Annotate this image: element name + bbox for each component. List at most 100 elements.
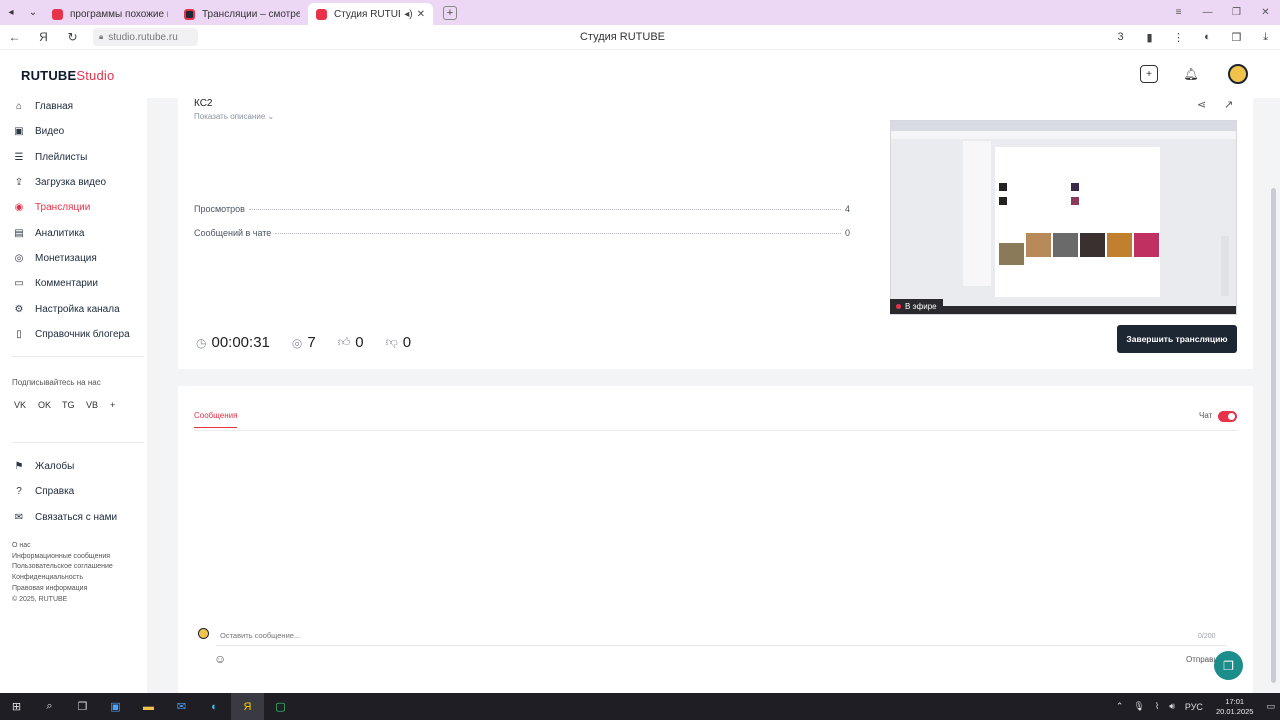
clock-date: 20.01.2025	[1215, 706, 1254, 716]
message-input[interactable]	[216, 626, 1226, 646]
task-view-icon[interactable]: ❐	[66, 693, 99, 720]
yandex-icon[interactable]: Я	[29, 30, 58, 44]
edge-icon[interactable]: ◐	[198, 693, 231, 720]
dotted-leader	[275, 233, 841, 234]
yandex-browser-icon[interactable]: Я	[231, 693, 264, 720]
browser-tab-active[interactable]: Студия RUTUBE ◂) ✕	[308, 3, 433, 25]
sidebar-item-playlists[interactable]: ☰ Плейлисты	[13, 149, 88, 165]
sidebar-item-upload[interactable]: ⇪ Загрузка видео	[13, 174, 106, 190]
chat-divider	[194, 430, 1238, 431]
menu-icon[interactable]: ≡	[1164, 7, 1193, 18]
tabs-dropdown-icon[interactable]: ⌄	[22, 0, 44, 25]
back-icon[interactable]: ←	[0, 30, 29, 44]
support-chat-icon[interactable]: ❐	[1214, 651, 1243, 680]
footer-link-legal[interactable]: Правовая информация	[12, 584, 113, 595]
more-socials-icon[interactable]: +	[110, 400, 134, 410]
tray-chevron-icon[interactable]: ⌃	[1116, 701, 1124, 712]
address-bar: ← Я ↻ 🔒︎ studio.rutube.ru Студия RUTUBE …	[0, 25, 1280, 50]
tab-close-icon[interactable]: ✕	[417, 9, 425, 20]
scrollbar[interactable]	[1270, 98, 1277, 693]
sidebar-item-home[interactable]: ⌂ Главная	[13, 98, 73, 114]
sidebar-item-complaints[interactable]: ⚑ Жалобы	[13, 458, 75, 474]
dislikes-metric: 👎︎ 0	[386, 334, 412, 351]
tab-messages[interactable]: Сообщения	[194, 411, 238, 428]
microphone-icon[interactable]: 🎙︎	[1133, 701, 1144, 712]
sidebar-item-contact[interactable]: ✉ Связаться с нами	[13, 509, 117, 525]
minimize-icon[interactable]: —	[1193, 7, 1222, 18]
download-icon[interactable]: ⤓	[1251, 31, 1280, 44]
footer-link-info[interactable]: Информационные сообщения	[12, 552, 113, 563]
alice-icon[interactable]: ◐	[1193, 31, 1222, 43]
bookmark-icon[interactable]: ▮	[1135, 31, 1164, 44]
sidebar-item-monetization[interactable]: ◎ Монетизация	[13, 250, 97, 266]
reload-icon[interactable]: ↻	[58, 30, 87, 44]
protect-icon[interactable]: 3	[1106, 31, 1135, 43]
telegram-icon[interactable]: TG	[62, 400, 86, 410]
share-icon[interactable]: ⋖	[1197, 98, 1206, 111]
rutube-studio-logo[interactable]: RUTUBEStudio	[21, 68, 114, 83]
windows-start-icon[interactable]: ⊞	[0, 693, 33, 720]
volume-icon[interactable]: 🔊︎	[1169, 701, 1175, 712]
bell-icon[interactable]: 🔔︎	[1182, 65, 1200, 83]
browser-tab[interactable]: Трансляции – смотреть б	[176, 3, 308, 25]
add-content-icon[interactable]: +	[1140, 65, 1158, 83]
clock-icon: ◷	[196, 335, 207, 350]
end-stream-button[interactable]: Завершить трансляцию	[1117, 325, 1237, 353]
sidebar-item-label: Плейлисты	[35, 151, 88, 163]
sidebar-item-label: Аналитика	[35, 227, 85, 239]
sidebar-item-label: Видео	[35, 125, 65, 137]
chat-toggle[interactable]	[1218, 411, 1237, 422]
more-icon[interactable]: ⋮	[1164, 31, 1193, 44]
sidebar-item-broadcasts[interactable]: ◉ Трансляции	[13, 199, 91, 215]
show-description-link[interactable]: Показать описание ⌄	[194, 112, 274, 121]
url-field[interactable]: 🔒︎ studio.rutube.ru	[93, 28, 198, 46]
new-tab-button[interactable]: +	[443, 5, 457, 20]
sidebar-item-label: Трансляции	[35, 201, 91, 213]
scrollbar-thumb[interactable]	[1271, 188, 1276, 683]
explorer-icon[interactable]: ▬	[132, 693, 165, 720]
search-icon[interactable]: ⌕	[33, 693, 66, 720]
restore-icon[interactable]: ❐	[1222, 7, 1251, 18]
follow-label: Подписывайтесь на нас	[12, 378, 101, 387]
mail-icon[interactable]: ✉	[165, 693, 198, 720]
emoji-icon[interactable]: ☺	[214, 652, 226, 666]
upload-icon: ⇪	[14, 176, 24, 188]
footer-link-terms[interactable]: Пользовательское соглашение	[12, 562, 113, 573]
ok-icon[interactable]: OK	[38, 400, 62, 410]
notifications-icon[interactable]: ▭	[1266, 701, 1275, 712]
browser-tab[interactable]: программы похожие на о	[44, 3, 176, 25]
preview-screenshot	[891, 121, 1236, 314]
app-icon[interactable]: ▢	[264, 693, 297, 720]
tab-sound-icon[interactable]: ◂)	[404, 9, 412, 20]
clock[interactable]: 17:01 20.01.2025	[1216, 697, 1254, 717]
language-indicator[interactable]: РУС	[1185, 702, 1203, 712]
footer-link-privacy[interactable]: Конфиденциальность	[12, 573, 113, 584]
footer-link-about[interactable]: О нас	[12, 541, 113, 552]
sidebar-item-analytics[interactable]: ▤ Аналитика	[13, 225, 85, 241]
home-icon: ⌂	[15, 100, 23, 112]
address-bar-actions: 3 ▮ ⋮ ◐ ❒ ⤓	[1106, 31, 1280, 44]
sidebar-item-help[interactable]: ? Справка	[13, 483, 74, 499]
browser-page-title: Студия RUTUBE	[579, 31, 666, 43]
sidebar-item-video[interactable]: ▣ Видео	[13, 123, 64, 139]
sidebar-item-label: Справочник блогера	[35, 328, 130, 340]
network-icon[interactable]: ⌇	[1155, 701, 1159, 712]
sidebar-item-blogger-guide[interactable]: ▯ Справочник блогера	[13, 326, 130, 342]
viewers-metric: ◎ 7	[292, 334, 316, 351]
close-window-icon[interactable]: ✕	[1251, 7, 1280, 18]
rutube-favicon-icon	[184, 8, 195, 20]
vk-icon[interactable]: VK	[14, 400, 38, 410]
sidebar-item-channel-settings[interactable]: ⚙ Настройка канала	[13, 301, 120, 317]
broadcast-icon: ◉	[14, 201, 24, 213]
avatar[interactable]	[1228, 64, 1248, 84]
store-icon[interactable]: ▣	[99, 693, 132, 720]
tab-audio-icon[interactable]: ◂	[0, 0, 22, 25]
viber-icon[interactable]: VB	[86, 400, 110, 410]
external-link-icon[interactable]: ↗	[1224, 98, 1233, 111]
badge-count: 3	[1117, 31, 1124, 43]
sidebar-item-label: Загрузка видео	[35, 176, 107, 188]
clock-time: 17:01	[1225, 696, 1245, 706]
sidebar-item-comments[interactable]: ▭ Комментарии	[13, 275, 98, 291]
collections-icon[interactable]: ❒	[1222, 31, 1251, 44]
stream-preview[interactable]	[890, 120, 1237, 315]
